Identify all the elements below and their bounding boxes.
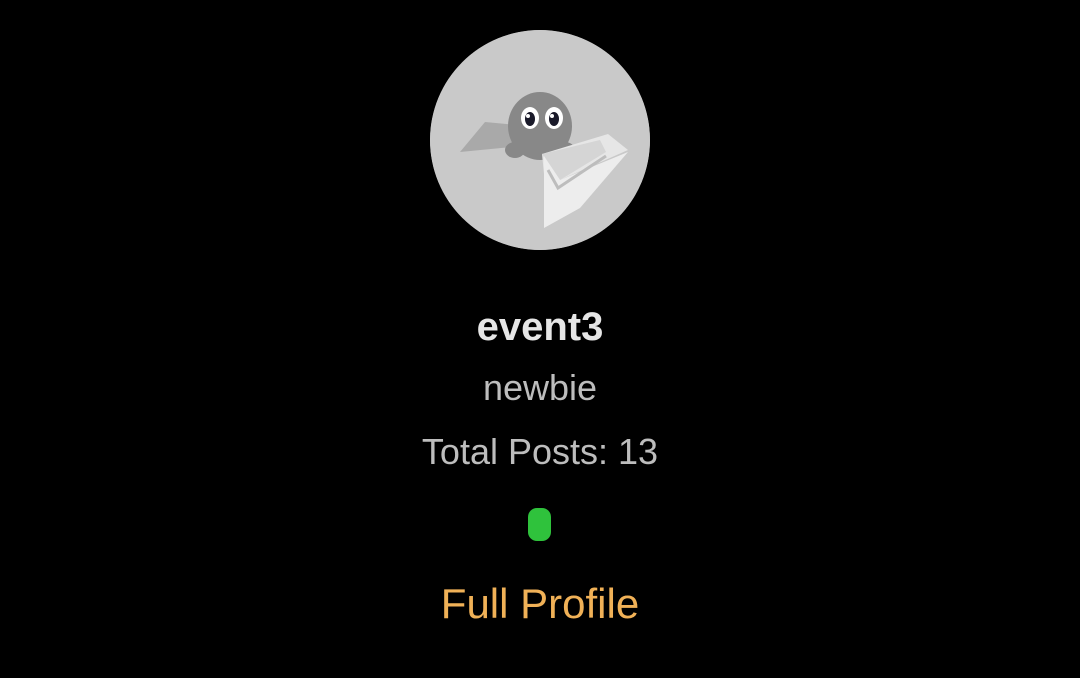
online-status-indicator [528,508,551,541]
username: event3 [476,305,604,349]
mascot-in-box-icon [430,30,650,250]
total-posts: Total Posts: 13 [421,431,659,472]
user-rank: newbie [482,367,598,408]
profile-card: event3 newbie Total Posts: 13 Full Profi… [0,0,1080,678]
avatar[interactable] [430,30,650,250]
full-profile-link[interactable]: Full Profile [390,578,690,630]
